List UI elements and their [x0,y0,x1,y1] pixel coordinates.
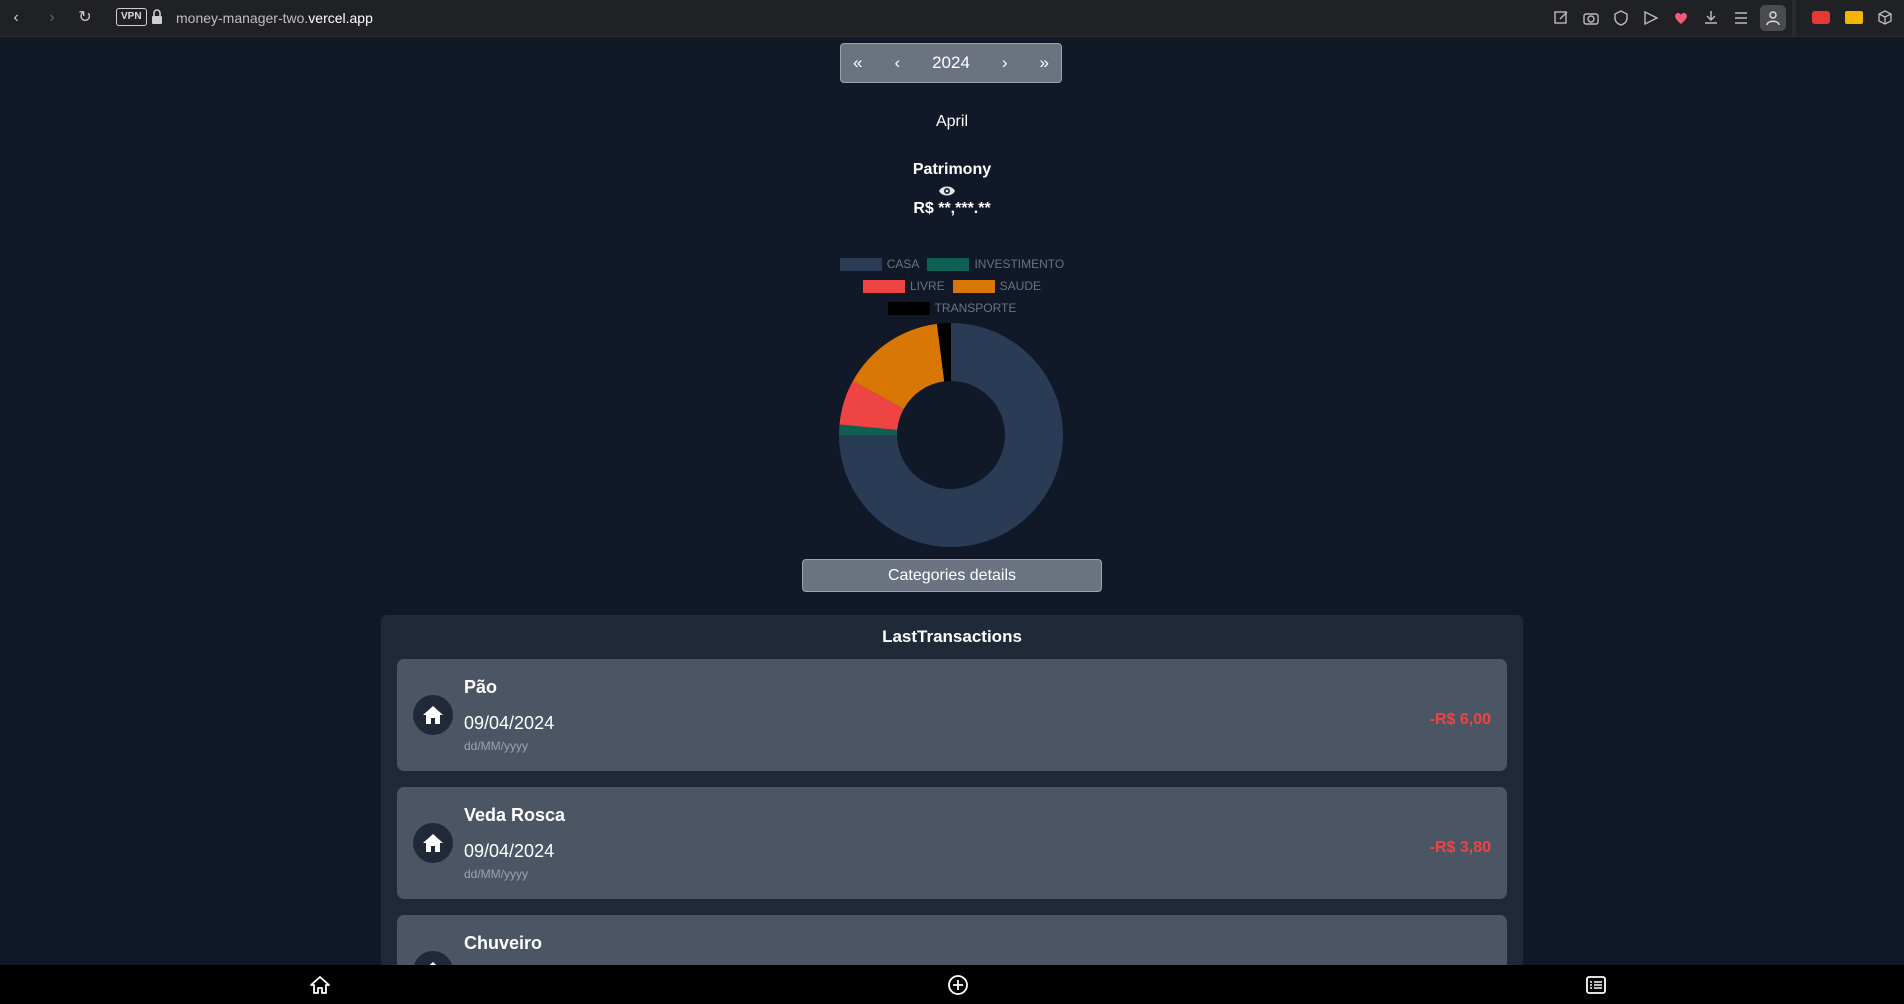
legend-item[interactable]: INVESTIMENTO [927,257,1064,271]
heart-icon[interactable] [1672,9,1690,27]
month-label: April [935,113,968,130]
home-nav-icon[interactable] [309,974,331,996]
patrimony-label: Patrimony [912,161,992,178]
home-icon [423,834,443,852]
vpn-badge[interactable]: VPN [116,8,147,26]
legend-swatch [887,301,930,315]
forward-icon[interactable]: › [42,8,62,28]
toolbar-separator [1792,0,1796,36]
profile-icon [1766,11,1780,26]
transactions-list-icon[interactable] [1585,974,1607,996]
legend-swatch [952,279,995,293]
transaction-card[interactable]: Pão 09/04/2024 dd/MM/yyyy -R$ 6,00 [397,659,1507,771]
transaction-name: Veda Rosca [464,805,566,825]
category-icon-wrapper [413,951,453,965]
chart-legend: CASA INVESTIMENTO LIVRE SAUDE TRANSPORTE [780,253,1124,319]
category-icon-wrapper [413,823,453,863]
legend-label: CASA [886,257,920,271]
legend-item[interactable]: TRANSPORTE [887,301,1017,315]
home-icon [423,706,443,724]
legend-item[interactable]: LIVRE [862,279,945,293]
bottom-navigation [0,965,1904,1004]
next-year-button[interactable]: › [1002,53,1008,73]
legend-swatch [839,257,882,271]
legend-row: TRANSPORTE [780,297,1124,319]
legend-item[interactable]: SAUDE [952,279,1042,293]
year-navigator: « ‹ 2024 › » [840,43,1062,83]
extension-red-icon[interactable] [1812,11,1830,24]
legend-row: CASA INVESTIMENTO [780,253,1124,275]
category-icon-wrapper [413,695,453,735]
shield-icon[interactable] [1612,9,1630,27]
categories-details-button[interactable]: Categories details [802,559,1102,592]
legend-swatch [862,279,905,293]
transaction-name: Chuveiro [464,933,543,953]
legend-label: TRANSPORTE [934,301,1017,315]
transaction-date-format: dd/MM/yyyy [464,739,529,753]
address-bar[interactable]: money-manager-two.vercel.app [176,8,373,28]
reload-icon[interactable]: ↻ [75,8,95,28]
app-main: « ‹ 2024 › » April Patrimony R$ **,***.*… [0,37,1904,965]
transaction-amount: -R$ 3,80 [1429,839,1491,856]
year-label: 2024 [932,53,970,72]
last-transactions-panel: LastTransactions Pão 09/04/2024 dd/MM/yy… [381,615,1523,965]
legend-item[interactable]: CASA [839,257,920,271]
transaction-amount: -R$ 6,00 [1429,711,1491,728]
lock-icon[interactable] [150,8,164,26]
transaction-date-format: dd/MM/yyyy [464,867,529,881]
transaction-card[interactable]: Chuveiro [397,915,1507,965]
last-year-button[interactable]: » [1040,53,1049,73]
back-icon[interactable]: ‹ [6,8,26,28]
first-year-button[interactable]: « [853,53,862,73]
legend-label: LIVRE [909,279,945,293]
patrimony-value: R$ **,***.** [913,200,991,217]
category-donut-chart [839,323,1063,547]
add-transaction-icon[interactable] [947,974,969,996]
menu-icon[interactable] [1732,9,1750,27]
eye-icon[interactable] [938,184,956,198]
profile-button[interactable] [1760,5,1786,31]
transaction-name: Pão [464,677,498,697]
extension-yellow-icon[interactable] [1845,11,1863,24]
transaction-date: 09/04/2024 [464,841,555,861]
send-icon[interactable] [1642,9,1660,27]
browser-toolbar: ‹ › ↻ VPN money-manager-two.vercel.app [0,0,1904,37]
edit-icon[interactable] [1552,9,1570,27]
legend-label: INVESTIMENTO [974,257,1065,271]
extensions-cube-icon[interactable] [1876,9,1894,27]
download-icon[interactable] [1702,9,1720,27]
last-transactions-title: LastTransactions [882,627,1022,646]
camera-icon[interactable] [1582,9,1600,27]
prev-year-button[interactable]: ‹ [894,53,900,73]
transaction-date: 09/04/2024 [464,713,555,733]
legend-swatch [927,257,970,271]
legend-row: LIVRE SAUDE [780,275,1124,297]
legend-label: SAUDE [999,279,1042,293]
transaction-card[interactable]: Veda Rosca 09/04/2024 dd/MM/yyyy -R$ 3,8… [397,787,1507,899]
